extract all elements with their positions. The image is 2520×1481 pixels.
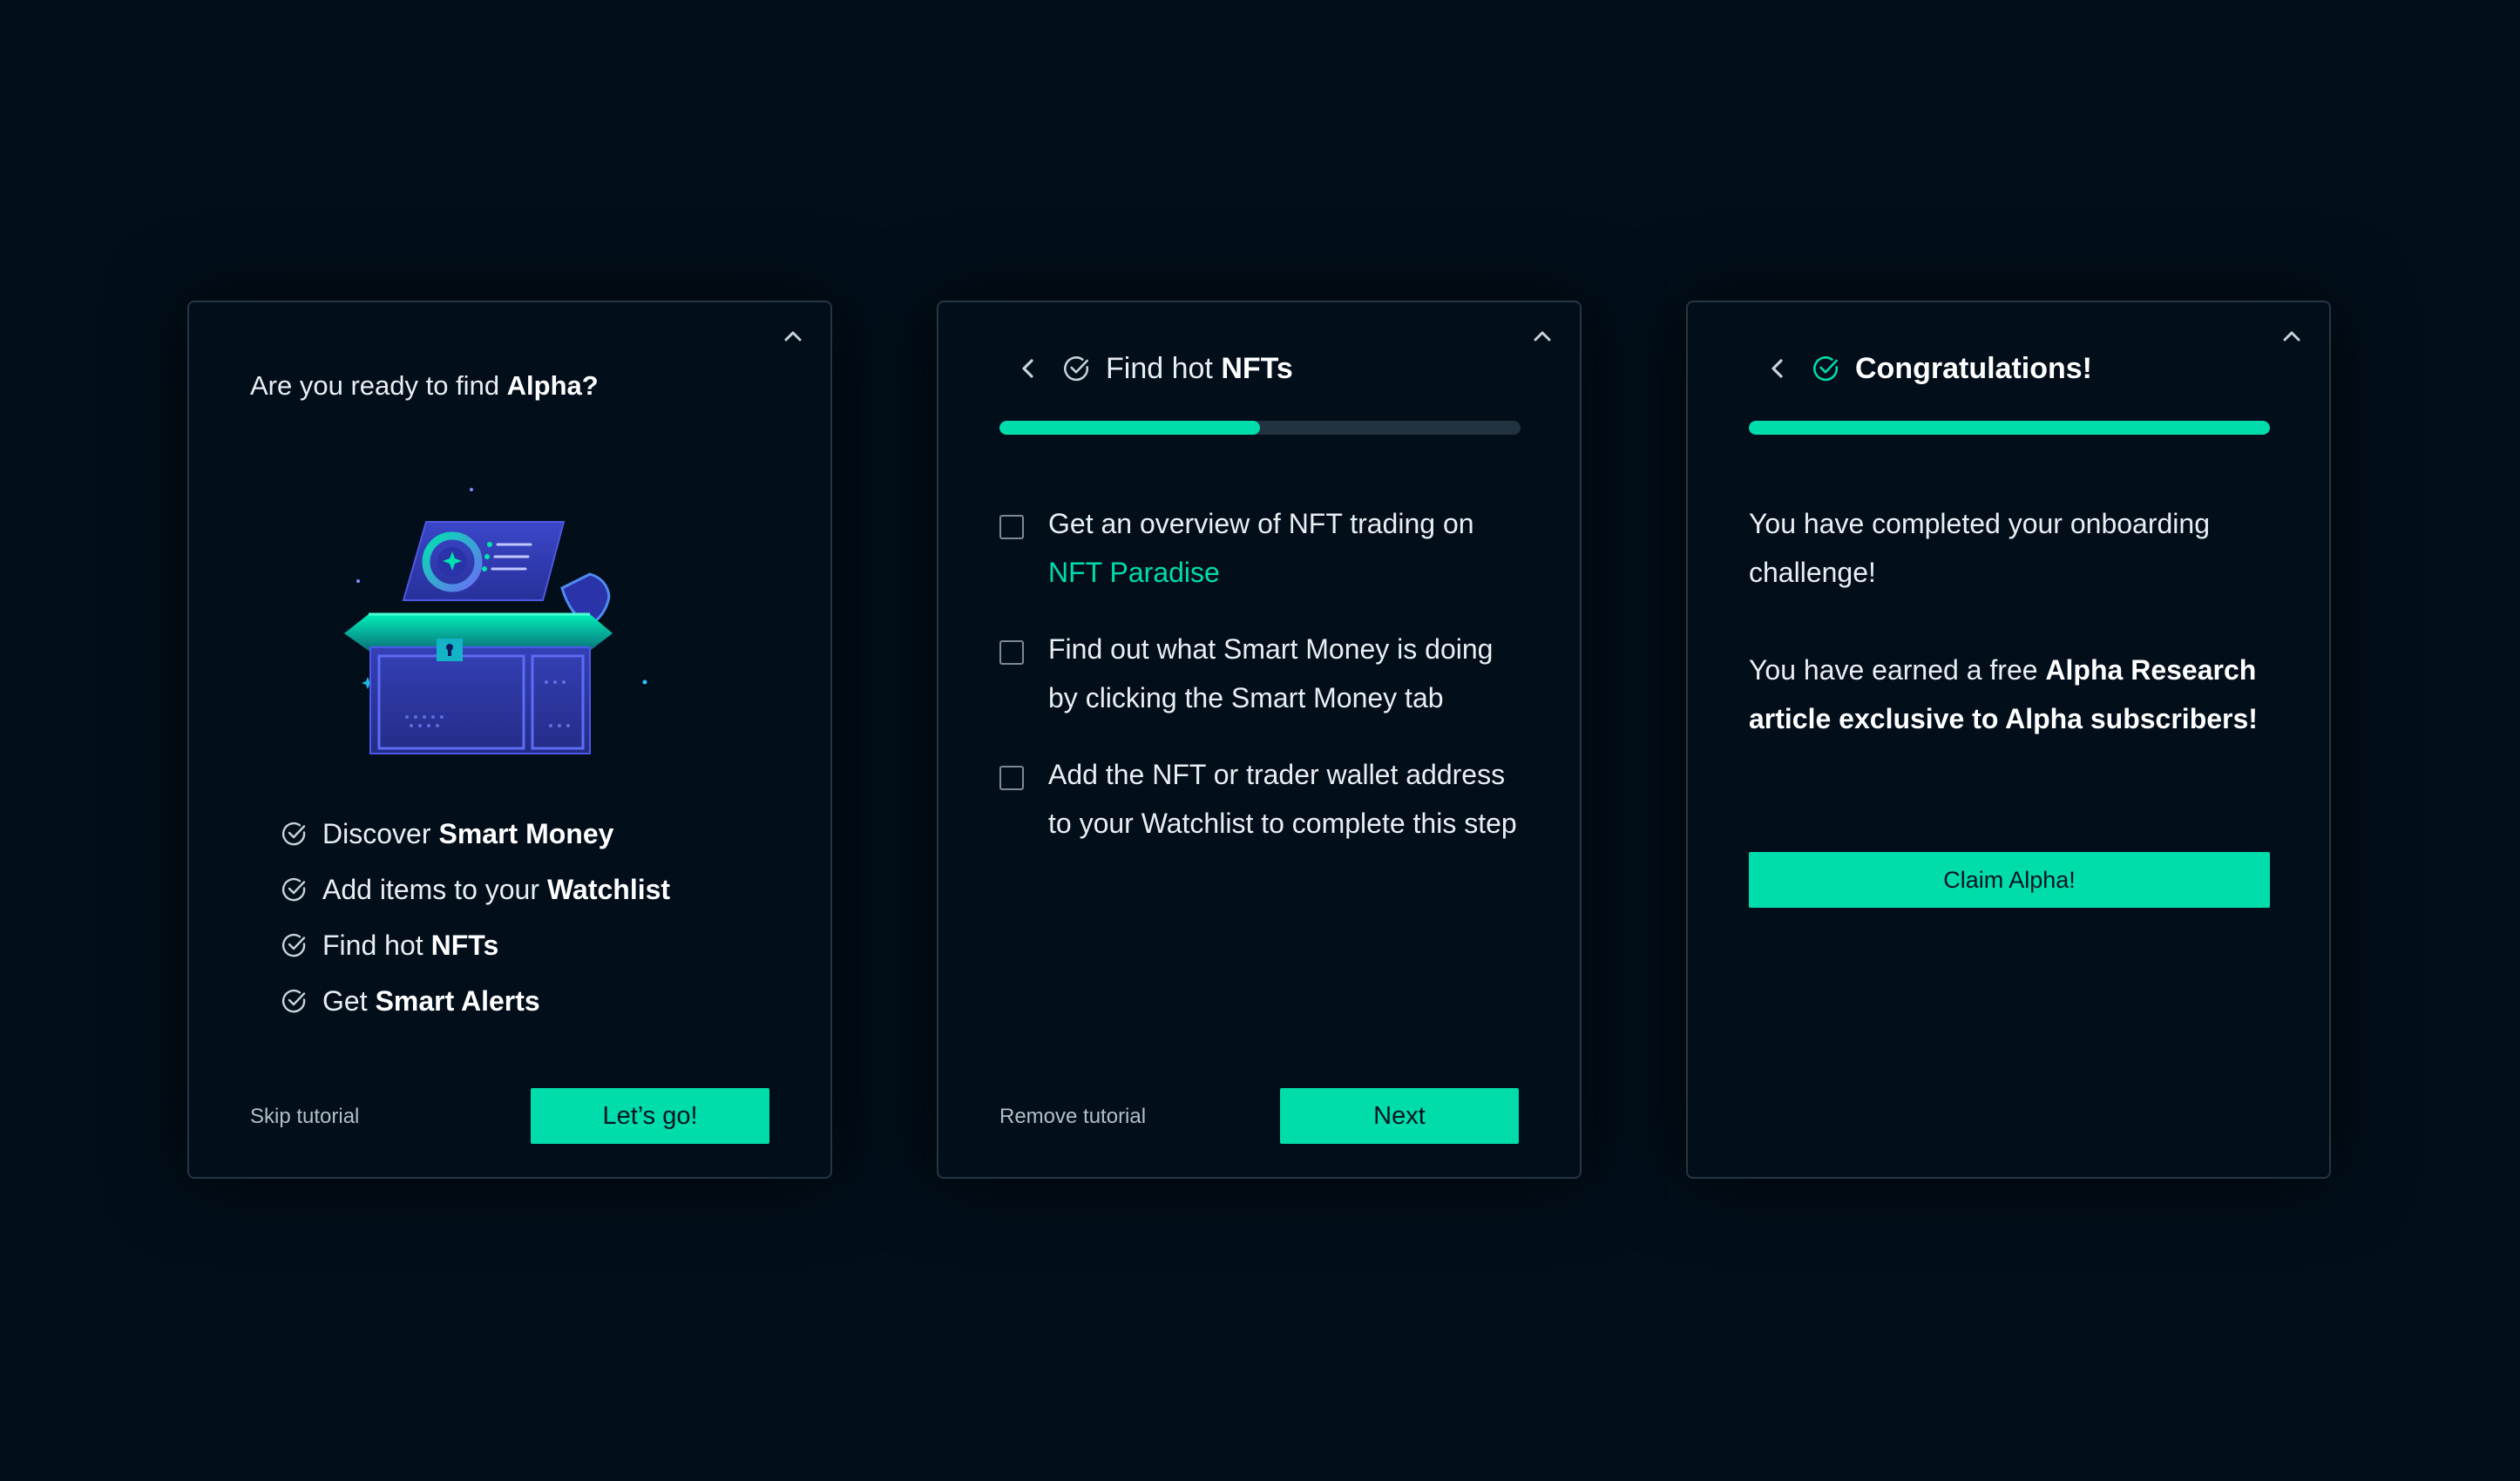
task-text: Add the NFT or trader wallet address to … [1048, 759, 1517, 839]
check-circle-icon [281, 931, 308, 959]
next-button[interactable]: Next [1280, 1088, 1519, 1144]
completion-message: You have completed your onboarding chall… [1749, 508, 2210, 588]
remove-tutorial-link[interactable]: Remove tutorial [999, 1105, 1146, 1129]
feature-label: Find hot [322, 929, 423, 961]
card-title: Congratulations! [1855, 352, 2092, 386]
feature-label: Discover [322, 817, 431, 849]
check-circle-icon [1062, 354, 1092, 383]
task-checkbox[interactable] [999, 766, 1024, 790]
claim-alpha-button[interactable]: Claim Alpha! [1749, 852, 2270, 908]
progress-fill [999, 421, 1260, 435]
intro-title-bold: Alpha? [506, 370, 599, 401]
progress-bar [1749, 421, 2270, 435]
feature-item-smart-alerts: Get Smart Alerts [281, 973, 670, 1029]
intro-title: Are you ready to find Alpha? [250, 370, 599, 402]
find-nfts-card: Find hot NFTs Get an overview of NFT tra… [937, 301, 1582, 1179]
task-item: Add the NFT or trader wallet address to … [999, 750, 1522, 848]
feature-label-bold: NFTs [430, 929, 499, 961]
chevron-left-icon[interactable] [1765, 355, 1791, 382]
card-title-bold: Congratulations! [1855, 351, 2092, 385]
nft-paradise-link[interactable]: NFT Paradise [1048, 557, 1220, 588]
task-text: Get an overview of NFT trading on NFT Pa… [1048, 499, 1522, 597]
congratulations-card: Congratulations! You have completed your… [1686, 301, 2331, 1179]
card-title-prefix: Find hot [1106, 351, 1222, 385]
chevron-up-icon[interactable] [778, 321, 808, 351]
chevron-up-icon[interactable] [2277, 321, 2307, 351]
chevron-left-icon[interactable] [1015, 355, 1041, 382]
lets-go-button[interactable]: Let’s go! [531, 1088, 769, 1144]
task-checkbox[interactable] [999, 515, 1024, 539]
progress-fill [1749, 421, 2270, 435]
treasure-chest-illustration [329, 477, 694, 764]
check-circle-icon [281, 987, 308, 1015]
reward-message: You have earned a free Alpha Research ar… [1749, 646, 2272, 743]
check-circle-icon [1812, 354, 1841, 383]
task-checkbox[interactable] [999, 640, 1024, 665]
intro-title-prefix: Are you ready to find [250, 370, 507, 401]
reward-message-prefix: You have earned a free [1749, 654, 2046, 686]
task-list: Get an overview of NFT trading on NFT Pa… [999, 499, 1522, 876]
congrats-message: You have completed your onboarding chall… [1749, 499, 2272, 792]
task-label: Get an overview of NFT trading on [1048, 508, 1474, 539]
feature-label: Add items to your [322, 873, 539, 905]
feature-item-smart-money: Discover Smart Money [281, 806, 670, 862]
task-item: Get an overview of NFT trading on NFT Pa… [999, 499, 1522, 597]
skip-tutorial-link[interactable]: Skip tutorial [250, 1105, 359, 1129]
task-item: Find out what Smart Money is doing by cl… [999, 625, 1522, 722]
card-title-bold: NFTs [1221, 351, 1293, 385]
feature-label: Get [322, 984, 368, 1017]
feature-list: Discover Smart Money Add items to your Wat… [281, 806, 670, 1029]
card-title: Find hot NFTs [1106, 352, 1293, 386]
feature-label-bold: Watchlist [547, 873, 671, 905]
task-text: Find out what Smart Money is doing by cl… [1048, 633, 1494, 713]
progress-bar [999, 421, 1521, 435]
card-header: Congratulations! [1765, 346, 2092, 391]
check-circle-icon [281, 820, 308, 848]
feature-item-nfts: Find hot NFTs [281, 917, 670, 973]
chevron-up-icon[interactable] [1528, 321, 1557, 351]
card-header: Find hot NFTs [1015, 346, 1293, 391]
feature-label-bold: Smart Alerts [375, 984, 540, 1017]
feature-item-watchlist: Add items to your Watchlist [281, 862, 670, 917]
intro-card: Are you ready to find Alpha? Discover Sm… [187, 301, 832, 1179]
feature-label-bold: Smart Money [438, 817, 614, 849]
check-circle-icon [281, 876, 308, 903]
